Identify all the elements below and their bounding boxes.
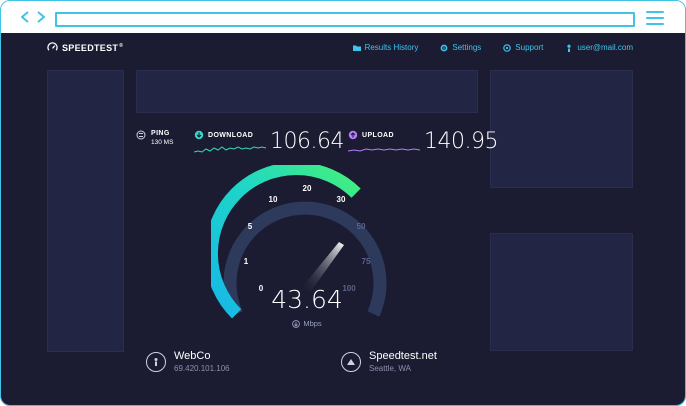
upload-metric: UPLOAD 140.95: [347, 129, 498, 160]
gauge-tick: 10: [269, 195, 278, 204]
nav-settings[interactable]: Settings: [440, 43, 481, 52]
download-arrow-icon: [292, 319, 301, 328]
ad-right-top[interactable]: [490, 70, 633, 188]
browser-window: SPEEDTEST ® Results History Settings Supp…: [0, 0, 686, 406]
nav-label: user@mail.com: [577, 43, 633, 52]
speedtest-app: SPEEDTEST ® Results History Settings Supp…: [1, 33, 685, 405]
chevron-right-icon[interactable]: [35, 11, 47, 23]
logo-text: SPEEDTEST: [62, 42, 119, 53]
address-bar[interactable]: [55, 12, 635, 27]
download-sparkline: [193, 146, 267, 153]
ad-left-skyscraper[interactable]: [47, 70, 124, 352]
speedtest-logo[interactable]: SPEEDTEST ®: [47, 42, 123, 53]
download-arrow-icon: [194, 130, 204, 140]
person-icon: [146, 351, 166, 372]
speed-unit-label: Mbps: [303, 319, 322, 328]
current-speed-value: 43.64: [271, 285, 343, 314]
help-icon: [503, 43, 512, 52]
folder-icon: [352, 45, 361, 51]
gauge-tick: 50: [357, 222, 366, 231]
upload-label: UPLOAD: [362, 131, 394, 139]
browser-toolbar: [1, 1, 685, 33]
server-location: Seattle, WA: [369, 364, 411, 373]
gauge-tick: 75: [362, 257, 371, 266]
gauge-tick: 1: [244, 257, 249, 266]
gauge-tick: 20: [303, 184, 312, 193]
speed-gauge: 0 1 5 10 20 30 50 75 100: [211, 165, 387, 319]
chevron-left-icon[interactable]: [19, 11, 31, 23]
triangle-icon: [341, 351, 361, 372]
gauge-tick: 5: [248, 222, 253, 231]
ping-icon: [136, 130, 146, 140]
ping-value: 130 MS: [151, 139, 174, 146]
isp-ip: 69.420.101.106: [174, 364, 230, 373]
top-navigation: Results History Settings Support user@ma…: [352, 43, 633, 52]
ad-top-banner[interactable]: [136, 70, 478, 113]
download-label: DOWNLOAD: [208, 131, 254, 139]
gauge-tick: 30: [337, 195, 346, 204]
server-name: Speedtest.net: [369, 350, 437, 362]
nav-label: Settings: [452, 43, 482, 52]
hamburger-icon[interactable]: [646, 11, 664, 25]
user-icon: [567, 44, 571, 52]
upload-arrow-icon: [348, 130, 358, 140]
gauge-needle: [299, 242, 344, 291]
gear-icon: [440, 44, 448, 51]
download-value: 106.64: [270, 129, 344, 154]
isp-name: WebCo: [174, 350, 211, 362]
server-info[interactable]: Speedtest.net Seattle, WA: [341, 350, 437, 373]
download-metric: DOWNLOAD 106.64: [193, 129, 344, 160]
nav-user-account[interactable]: user@mail.com: [565, 43, 633, 52]
ping-metric: PING 130 MS: [136, 130, 173, 146]
nav-label: Support: [515, 43, 544, 52]
nav-results-history[interactable]: Results History: [352, 43, 419, 52]
isp-info[interactable]: WebCo 69.420.101.106: [146, 350, 230, 373]
speedometer-icon: [47, 42, 58, 51]
logo-mark: ®: [119, 42, 124, 49]
speed-unit: Mbps: [282, 319, 332, 328]
nav-support[interactable]: Support: [503, 43, 543, 52]
upload-value: 140.95: [424, 129, 498, 154]
ad-right-bottom[interactable]: [490, 233, 633, 351]
upload-sparkline: [347, 148, 421, 152]
ping-label: PING: [151, 130, 170, 137]
nav-label: Results History: [364, 43, 419, 52]
